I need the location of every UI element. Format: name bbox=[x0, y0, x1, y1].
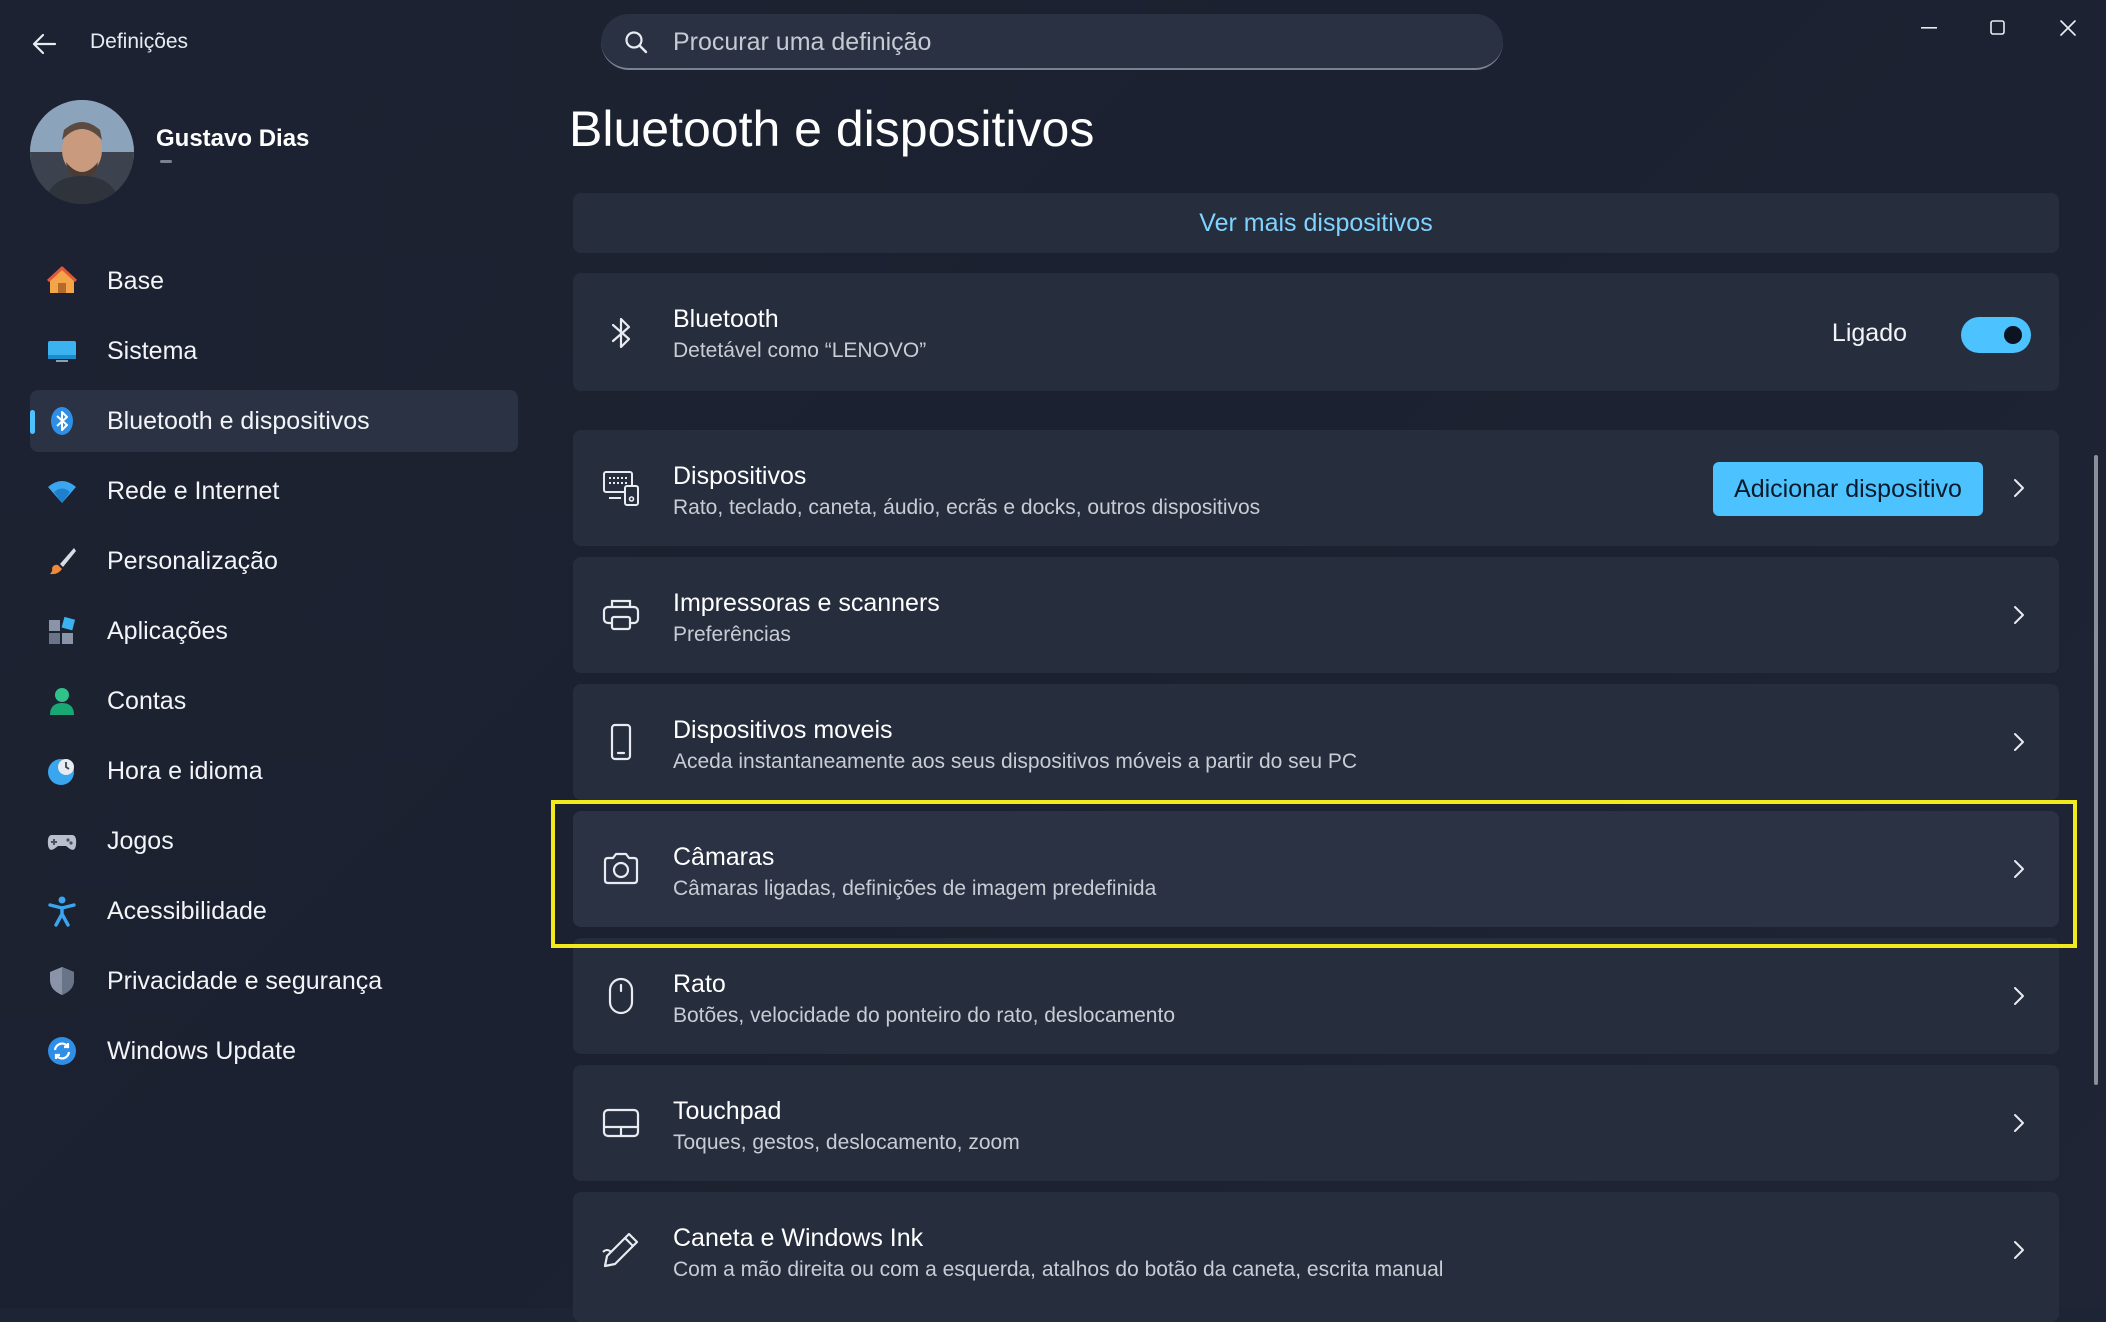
chevron-right-icon bbox=[2014, 606, 2024, 624]
sidebar-item-hora[interactable]: Hora e idioma bbox=[30, 740, 518, 802]
close-button[interactable] bbox=[2038, 8, 2098, 48]
chevron-right-icon bbox=[2014, 987, 2024, 1005]
more-devices-link[interactable]: Ver mais dispositivos bbox=[573, 209, 2059, 238]
gamepad-icon bbox=[47, 835, 77, 850]
printers-row[interactable]: Impressoras e scanners Preferências bbox=[573, 557, 2059, 673]
shield-icon bbox=[50, 967, 74, 995]
search-placeholder: Procurar uma definição bbox=[673, 28, 932, 56]
sidebar-item-windows-update[interactable]: Windows Update bbox=[30, 1020, 518, 1082]
clock-globe-icon bbox=[48, 759, 74, 785]
bluetooth-state-label: Ligado bbox=[1831, 319, 1907, 347]
bluetooth-icon bbox=[51, 407, 73, 435]
maximize-button[interactable] bbox=[1968, 8, 2028, 48]
mouse-row[interactable]: Rato Botões, velocidade do ponteiro do r… bbox=[573, 938, 2059, 1054]
row-title: Rato bbox=[673, 970, 726, 998]
sidebar-item-label: Aplicações bbox=[107, 616, 228, 645]
refresh-icon bbox=[48, 1037, 76, 1065]
avatar[interactable] bbox=[30, 100, 134, 204]
devices-row[interactable]: Dispositivos Rato, teclado, caneta, áudi… bbox=[573, 430, 2059, 546]
monitor-icon bbox=[48, 341, 76, 362]
bluetooth-card: Bluetooth Detetável como “LENOVO” Ligado bbox=[573, 273, 2059, 391]
back-arrow-icon bbox=[32, 33, 57, 55]
title-bar: Definições Procurar uma definição bbox=[0, 0, 2106, 90]
sidebar-item-bluetooth[interactable]: Bluetooth e dispositivos bbox=[30, 390, 518, 452]
row-title: Impressoras e scanners bbox=[673, 589, 940, 617]
row-subtitle: Toques, gestos, deslocamento, zoom bbox=[673, 1131, 1020, 1154]
home-icon bbox=[46, 266, 78, 293]
sidebar-item-aplicacoes[interactable]: Aplicações bbox=[30, 600, 518, 662]
bluetooth-toggle[interactable] bbox=[1961, 317, 2031, 353]
touchpad-icon bbox=[602, 1108, 640, 1138]
chevron-right-icon bbox=[2014, 733, 2024, 751]
sidebar-item-label: Contas bbox=[107, 686, 187, 715]
row-subtitle: Com a mão direita ou com a esquerda, ata… bbox=[673, 1258, 1444, 1281]
toggle-knob bbox=[2004, 326, 2022, 344]
bluetooth-subtitle: Detetável como “LENOVO” bbox=[673, 339, 927, 362]
back-button[interactable] bbox=[26, 26, 62, 62]
sidebar-item-jogos[interactable]: Jogos bbox=[30, 810, 518, 872]
sidebar-item-label: Hora e idioma bbox=[107, 756, 263, 785]
sidebar-item-label: Rede e Internet bbox=[107, 476, 280, 505]
page-title: Bluetooth e dispositivos bbox=[569, 101, 1095, 157]
sidebar-item-label: Jogos bbox=[107, 826, 174, 855]
add-device-button[interactable]: Adicionar dispositivo bbox=[1713, 462, 1983, 516]
chevron-right-icon bbox=[2014, 1241, 2024, 1259]
row-title: Caneta e Windows Ink bbox=[673, 1224, 924, 1252]
sidebar-item-personalizacao[interactable]: Personalização bbox=[30, 530, 518, 592]
mouse-icon bbox=[608, 977, 634, 1015]
highlight-box bbox=[551, 800, 2077, 948]
sidebar-item-label: Sistema bbox=[107, 336, 198, 365]
sidebar-nav: Base Sistema Bluetooth e dispositivos Re… bbox=[30, 250, 518, 1090]
scrollbar[interactable] bbox=[2094, 455, 2098, 1085]
mobile-devices-row[interactable]: Dispositivos moveis Aceda instantaneamen… bbox=[573, 684, 2059, 800]
profile-subtitle bbox=[160, 160, 172, 163]
bluetooth-icon bbox=[611, 317, 631, 349]
paintbrush-icon bbox=[50, 548, 76, 575]
sidebar-item-label: Windows Update bbox=[107, 1036, 296, 1065]
row-title: Dispositivos moveis bbox=[673, 716, 893, 744]
sidebar-item-label: Personalização bbox=[107, 546, 278, 575]
chevron-right-icon bbox=[2014, 1114, 2024, 1132]
app-title: Definições bbox=[90, 30, 189, 53]
pen-icon bbox=[602, 1232, 639, 1268]
chevron-right-icon bbox=[2014, 479, 2024, 497]
sidebar-item-base[interactable]: Base bbox=[30, 250, 518, 312]
profile-name: Gustavo Dias bbox=[156, 125, 310, 152]
bluetooth-title: Bluetooth bbox=[673, 305, 779, 333]
apps-icon bbox=[49, 616, 76, 644]
accessibility-icon bbox=[48, 896, 76, 927]
sidebar-item-rede[interactable]: Rede e Internet bbox=[30, 460, 518, 522]
settings-window: Definições Procurar uma definição Gustav… bbox=[0, 0, 2106, 1322]
row-title: Dispositivos bbox=[673, 462, 807, 490]
minimize-button[interactable] bbox=[1900, 8, 1960, 48]
wifi-icon bbox=[48, 481, 76, 503]
phone-icon bbox=[610, 723, 632, 761]
row-subtitle: Preferências bbox=[673, 623, 791, 646]
sidebar-item-acessibilidade[interactable]: Acessibilidade bbox=[30, 880, 518, 942]
sidebar-item-label: Privacidade e segurança bbox=[107, 966, 383, 995]
maximize-icon bbox=[1990, 20, 2005, 35]
sidebar-item-contas[interactable]: Contas bbox=[30, 670, 518, 732]
sidebar-item-label: Bluetooth e dispositivos bbox=[107, 406, 370, 435]
sidebar-item-sistema[interactable]: Sistema bbox=[30, 320, 518, 382]
avatar-photo bbox=[30, 100, 134, 204]
printer-icon bbox=[602, 599, 640, 631]
touchpad-row[interactable]: Touchpad Toques, gestos, deslocamento, z… bbox=[573, 1065, 2059, 1181]
row-subtitle: Botões, velocidade do ponteiro do rato, … bbox=[673, 1004, 1176, 1027]
more-devices-card[interactable]: Ver mais dispositivos bbox=[573, 193, 2059, 253]
search-icon bbox=[625, 31, 648, 54]
row-subtitle: Aceda instantaneamente aos seus disposit… bbox=[673, 750, 1358, 773]
sidebar-item-label: Acessibilidade bbox=[107, 896, 267, 925]
close-icon bbox=[2060, 20, 2076, 36]
minimize-icon bbox=[1921, 27, 1937, 29]
search-input[interactable]: Procurar uma definição bbox=[601, 14, 1503, 70]
sidebar-item-label: Base bbox=[107, 266, 164, 295]
person-icon bbox=[50, 688, 74, 715]
sidebar-item-privacidade[interactable]: Privacidade e segurança bbox=[30, 950, 518, 1012]
devices-icon bbox=[603, 471, 639, 506]
row-subtitle: Rato, teclado, caneta, áudio, ecrãs e do… bbox=[673, 496, 1261, 519]
pen-ink-row[interactable]: Caneta e Windows Ink Com a mão direita o… bbox=[573, 1192, 2059, 1322]
row-title: Touchpad bbox=[673, 1097, 782, 1125]
